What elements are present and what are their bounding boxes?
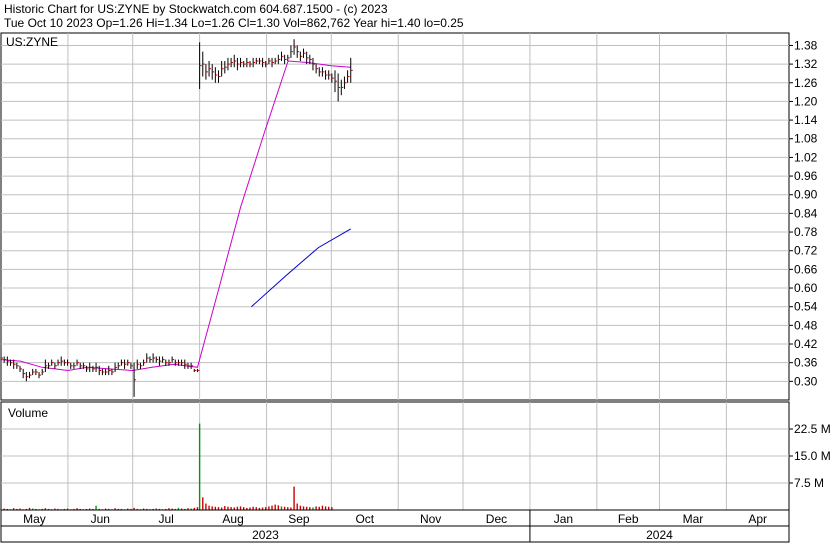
price-tick-label: 0.60 (794, 281, 818, 295)
year-tick-label: 2024 (646, 528, 673, 542)
price-tick-label: 1.02 (794, 150, 818, 164)
price-tick-label: 0.30 (794, 374, 818, 388)
price-tick-label: 0.42 (794, 337, 818, 351)
volume-bar (315, 506, 317, 510)
volume-y-axis: 22.5 M 15.0 M 7.5 M (789, 422, 830, 490)
chart-header-line1: Historic Chart for US:ZYNE by Stockwatch… (4, 2, 388, 16)
price-tick-label: 1.38 (794, 38, 818, 52)
volume-bar (277, 505, 280, 510)
volume-bar (208, 505, 210, 510)
month-tick-label: May (23, 512, 46, 526)
price-y-axis: 1.38 1.32 1.26 1.20 1.14 1.08 1.02 0.96 0.90 0.84… (789, 38, 818, 388)
volume-bar (224, 506, 226, 510)
price-tick-label: 0.54 (794, 300, 818, 314)
volume-title: Volume (8, 406, 48, 420)
price-tick-label: 1.32 (794, 57, 818, 71)
volume-bar (198, 423, 201, 510)
volume-tick-label: 7.5 M (794, 476, 824, 490)
price-tick-label: 0.48 (794, 318, 818, 332)
volume-tick-label: 15.0 M (794, 449, 830, 463)
volume-bar (280, 506, 283, 510)
chart-header-line2: Tue Oct 10 2023 Op=1.26 Hi=1.34 Lo=1.26 … (4, 16, 464, 30)
price-tick-label: 0.72 (794, 244, 818, 258)
month-tick-label: Dec (486, 512, 507, 526)
volume-bar (324, 506, 327, 510)
price-panel-frame (0, 32, 790, 401)
price-tick-label: 0.84 (794, 206, 818, 220)
price-tick-label: 0.36 (794, 356, 818, 370)
month-tick-label: Sep (288, 512, 310, 526)
year-tick-label: 2023 (252, 528, 279, 542)
volume-bar (271, 505, 273, 510)
price-tick-label: 1.08 (794, 132, 818, 146)
price-tick-label: 0.78 (794, 225, 818, 239)
month-tick-label: Jun (91, 512, 110, 526)
volume-bar (299, 505, 302, 510)
volume-bar (268, 506, 270, 510)
month-tick-label: Aug (222, 512, 243, 526)
volume-bar (296, 503, 298, 510)
month-tick-label: Mar (683, 512, 704, 526)
volume-bar (211, 506, 213, 510)
volume-tick-label: 22.5 M (794, 422, 830, 436)
month-tick-label: Feb (618, 512, 639, 526)
price-tick-label: 0.96 (794, 169, 818, 183)
month-axis-frame (0, 509, 790, 527)
price-tick-label: 1.14 (794, 113, 818, 127)
price-tick-label: 0.90 (794, 188, 818, 202)
chart-canvas: Historic Chart for US:ZYNE by Stockwatch… (0, 2, 830, 543)
price-tick-label: 0.66 (794, 262, 818, 276)
volume-bar (205, 503, 207, 510)
month-tick-label: Nov (420, 512, 441, 526)
month-tick-label: Apr (748, 512, 767, 526)
price-tick-label: 1.26 (794, 76, 818, 90)
month-tick-label: Oct (355, 512, 374, 526)
symbol-label: US:ZYNE (6, 35, 58, 49)
volume-bar (202, 497, 204, 510)
volume-bar (239, 506, 242, 510)
month-tick-label: Jul (158, 512, 173, 526)
volume-bar (321, 505, 324, 510)
volume-bar (274, 504, 276, 510)
month-tick-label: Jan (554, 512, 573, 526)
price-tick-label: 1.20 (794, 94, 818, 108)
volume-bar (95, 505, 97, 510)
stock-chart: Historic Chart for US:ZYNE by Stockwatch… (0, 0, 830, 543)
volume-bar (302, 506, 305, 510)
volume-bar (293, 486, 295, 510)
